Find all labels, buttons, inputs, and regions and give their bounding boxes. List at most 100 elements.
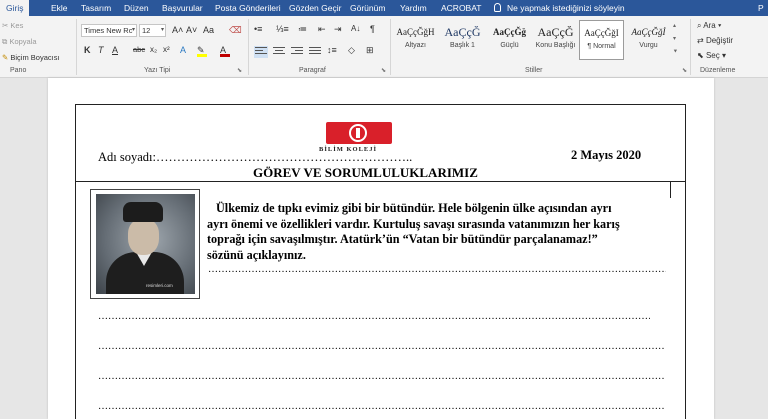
tab-gorunum[interactable]: Görünüm bbox=[350, 0, 385, 16]
font-dialog-launcher-icon[interactable]: ⬊ bbox=[237, 65, 242, 77]
portrait-image-frame[interactable]: resimleri.com bbox=[90, 189, 200, 299]
tab-posta[interactable]: Posta Gönderileri bbox=[215, 0, 281, 16]
select-button[interactable]: ⬉ Seç ▾ bbox=[697, 51, 726, 60]
scissors-icon: ✂ bbox=[2, 21, 9, 30]
portrait-hat bbox=[123, 202, 163, 222]
paragraph-dialog-launcher-icon[interactable]: ⬊ bbox=[381, 65, 386, 77]
text-effects-icon[interactable]: A bbox=[180, 44, 186, 56]
find-button[interactable]: ⌕ Ara ▾ bbox=[697, 21, 721, 31]
question-line: Ülkemiz de tıpkı evimiz gibi bir bütündü… bbox=[216, 201, 612, 215]
style-konu-basligi[interactable]: AaÇçĞ Konu Başlığı bbox=[533, 20, 578, 60]
line-spacing-icon[interactable]: ↕≡ bbox=[327, 44, 337, 56]
font-group-label: Yazı Tipi bbox=[144, 67, 171, 74]
scroll-down-icon[interactable]: ▾ bbox=[673, 33, 678, 46]
styles-dialog-launcher-icon[interactable]: ⬊ bbox=[682, 65, 687, 77]
brush-icon: ✎ bbox=[2, 53, 9, 62]
replace-button[interactable]: ⇄ Değiştir bbox=[697, 36, 733, 45]
divider bbox=[248, 19, 249, 75]
answer-line[interactable]: …………………………………………………………………………………………………………… bbox=[208, 264, 666, 275]
scroll-up-icon[interactable]: ▴ bbox=[673, 20, 678, 33]
name-field-line[interactable]: Adı soyadı:…………………………………………………….. bbox=[98, 150, 412, 165]
document-date: 2 Mayıs 2020 bbox=[571, 148, 642, 162]
tell-me-text: Ne yapmak istediğinizi söyleyin bbox=[507, 3, 625, 13]
frame-right-rule bbox=[670, 181, 671, 198]
clipboard-group-label: Pano bbox=[10, 67, 27, 74]
title-underline-rule bbox=[75, 181, 686, 182]
shrink-font-button[interactable]: A˅ bbox=[186, 24, 197, 36]
logo-emblem-bar bbox=[356, 128, 360, 138]
sort-icon[interactable]: A↓ bbox=[351, 23, 360, 35]
decrease-indent-icon[interactable]: ⇤ bbox=[318, 23, 326, 35]
search-icon: ⌕ bbox=[697, 21, 702, 30]
ribbon: ✂ Kes ⧉ Kopyala ✎ Biçim Boyacısı Pano Ti… bbox=[0, 16, 768, 78]
watermark: resimleri.com bbox=[146, 283, 173, 288]
grow-font-button[interactable]: A˄ bbox=[172, 24, 183, 36]
style-normal[interactable]: AaÇçĞğI ¶ Normal bbox=[579, 20, 624, 60]
tab-tasarim[interactable]: Tasarım bbox=[81, 0, 111, 16]
style-guclu[interactable]: AaÇçĞğ Güçlü bbox=[487, 20, 532, 60]
ribbon-tab-bar: Giriş Ekle Tasarım Düzen Başvurular Post… bbox=[0, 0, 768, 16]
bold-button[interactable]: K bbox=[84, 44, 91, 56]
styles-group-label: Stiller bbox=[525, 67, 543, 74]
style-baslik-1[interactable]: AaÇçĞ Başlık 1 bbox=[440, 20, 485, 60]
align-center-icon[interactable] bbox=[272, 46, 286, 58]
question-line: sözünü açıklayınız. bbox=[207, 247, 306, 262]
cut-button[interactable]: ✂ Kes bbox=[2, 21, 23, 30]
question-paragraph[interactable]: Ülkemiz de tıpkı evimiz gibi bir bütündü… bbox=[207, 201, 667, 263]
tab-giris[interactable]: Giriş bbox=[0, 0, 30, 16]
show-marks-button[interactable]: ¶ bbox=[370, 23, 375, 35]
italic-button[interactable]: T bbox=[98, 44, 104, 56]
paragraph-group-label: Paragraf bbox=[299, 67, 326, 74]
highlighter-icon: ✎ bbox=[197, 45, 205, 55]
lightbulb-icon bbox=[494, 3, 501, 12]
font-color-button[interactable]: A bbox=[220, 44, 230, 57]
highlight-button[interactable]: ✎ bbox=[197, 44, 207, 57]
style-vurgu[interactable]: AaÇçĞğİ Vurgu bbox=[626, 20, 671, 60]
increase-indent-icon[interactable]: ⇥ bbox=[334, 23, 342, 35]
divider bbox=[690, 19, 691, 75]
font-family-select[interactable]: Times New Rc ▾ bbox=[81, 24, 137, 37]
editing-group-label: Düzenleme bbox=[700, 67, 736, 74]
subscript-button[interactable]: x₂ bbox=[150, 44, 157, 56]
divider bbox=[76, 19, 77, 75]
multilevel-list-icon[interactable]: ≔ bbox=[298, 23, 307, 35]
divider bbox=[390, 19, 391, 75]
font-size-select[interactable]: 12 ▾ bbox=[139, 24, 166, 37]
question-line: toprağı için savaşılmıştır. Atatürk’ün “… bbox=[207, 232, 598, 246]
portrait-face bbox=[128, 219, 159, 255]
answer-line[interactable]: …………………………………………………………………………………………………………… bbox=[98, 371, 664, 382]
tab-acrobat[interactable]: ACROBAT bbox=[441, 0, 481, 16]
answer-line[interactable]: …………………………………………………………………………………………………………… bbox=[98, 311, 650, 322]
tab-yardim[interactable]: Yardım bbox=[400, 0, 427, 16]
user-initial[interactable]: P bbox=[758, 0, 764, 16]
format-painter-button[interactable]: ✎ Biçim Boyacısı bbox=[2, 53, 60, 62]
align-left-icon[interactable] bbox=[254, 46, 268, 58]
tab-gozden-gecir[interactable]: Gözden Geçir bbox=[289, 0, 341, 16]
superscript-button[interactable]: x² bbox=[163, 44, 170, 56]
tab-duzen[interactable]: Düzen bbox=[124, 0, 149, 16]
underline-button[interactable]: A bbox=[112, 44, 118, 56]
chevron-down-icon: ▾ bbox=[160, 27, 164, 33]
borders-icon[interactable]: ⊞ bbox=[366, 44, 374, 56]
shading-icon[interactable]: ◇ bbox=[348, 44, 355, 56]
tell-me-box[interactable]: Ne yapmak istediğinizi söyleyin bbox=[494, 0, 625, 16]
justify-icon[interactable] bbox=[308, 46, 322, 58]
tab-basvurular[interactable]: Başvurular bbox=[162, 0, 203, 16]
styles-scroll[interactable]: ▴ ▾ ⯆ bbox=[673, 20, 678, 59]
tab-ekle[interactable]: Ekle bbox=[51, 0, 68, 16]
numbering-icon[interactable]: ⅓≡ bbox=[276, 23, 289, 35]
document-title: GÖREV VE SORUMLULUKLARIMIZ bbox=[253, 165, 478, 180]
copy-button[interactable]: ⧉ Kopyala bbox=[2, 37, 37, 47]
style-altyazi[interactable]: AaÇçĞğH Altyazı bbox=[393, 20, 438, 60]
more-styles-icon[interactable]: ⯆ bbox=[673, 46, 678, 59]
align-right-icon[interactable] bbox=[290, 46, 304, 58]
strikethrough-button[interactable]: abc bbox=[133, 44, 145, 56]
cursor-icon: ⬉ bbox=[697, 51, 704, 60]
document-page[interactable]: BİLİM KOLEJİ Adı soyadı:…………………………………………… bbox=[48, 78, 714, 419]
clear-format-icon[interactable]: ⌫ bbox=[229, 24, 242, 36]
school-logo bbox=[326, 122, 392, 144]
change-case-button[interactable]: Aa bbox=[203, 24, 214, 36]
bullets-icon[interactable]: •≡ bbox=[254, 23, 262, 35]
answer-line[interactable]: …………………………………………………………………………………………………………… bbox=[98, 401, 664, 412]
answer-line[interactable]: …………………………………………………………………………………………………………… bbox=[98, 341, 664, 352]
